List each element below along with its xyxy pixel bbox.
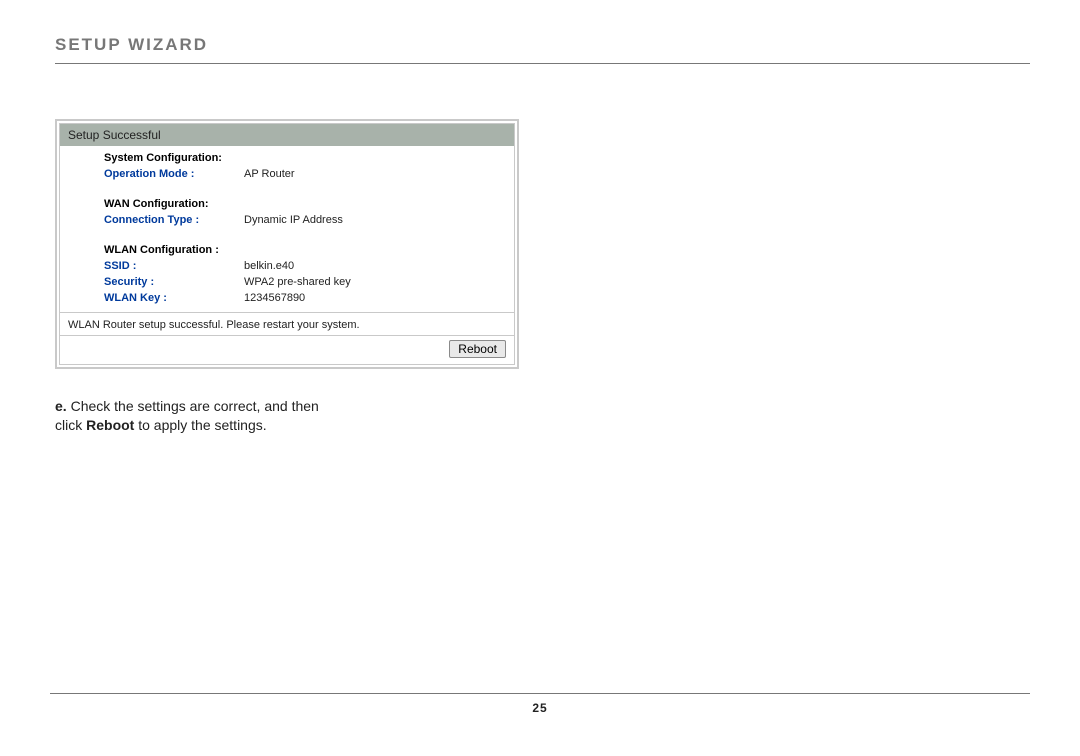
wlan-config-block: WLAN Configuration : SSID : belkin.e40 S… — [104, 244, 510, 304]
button-row: Reboot — [60, 336, 514, 364]
instruction-line2-prefix: click — [55, 417, 86, 433]
page-title: Setup Wizard — [55, 35, 1030, 55]
security-row: Security : WPA2 pre-shared key — [104, 276, 510, 288]
security-label: Security : — [104, 276, 244, 288]
wlan-key-label: WLAN Key : — [104, 292, 244, 304]
connection-type-value: Dynamic IP Address — [244, 214, 343, 226]
status-message: WLAN Router setup successful. Please res… — [60, 313, 514, 335]
wlan-config-heading: WLAN Configuration : — [104, 244, 510, 256]
system-config-block: System Configuration: Operation Mode : A… — [104, 152, 510, 180]
instruction-bullet: e. — [55, 398, 67, 414]
ssid-value: belkin.e40 — [244, 260, 294, 272]
security-value: WPA2 pre-shared key — [244, 276, 351, 288]
title-divider — [55, 63, 1030, 64]
wlan-key-value: 1234567890 — [244, 292, 305, 304]
wan-config-block: WAN Configuration: Connection Type : Dyn… — [104, 198, 510, 226]
connection-type-row: Connection Type : Dynamic IP Address — [104, 214, 510, 226]
ssid-row: SSID : belkin.e40 — [104, 260, 510, 272]
ssid-label: SSID : — [104, 260, 244, 272]
instruction-text: e. Check the settings are correct, and t… — [55, 397, 1030, 435]
wan-config-heading: WAN Configuration: — [104, 198, 510, 210]
operation-mode-row: Operation Mode : AP Router — [104, 168, 510, 180]
panel-header: Setup Successful — [60, 124, 514, 146]
page-number: 25 — [0, 701, 1080, 715]
system-config-heading: System Configuration: — [104, 152, 510, 164]
panel-body: System Configuration: Operation Mode : A… — [60, 146, 514, 304]
instruction-line2-suffix: to apply the settings. — [134, 417, 266, 433]
footer-divider — [50, 693, 1030, 694]
wlan-key-row: WLAN Key : 1234567890 — [104, 292, 510, 304]
instruction-line1: Check the settings are correct, and then — [67, 398, 319, 414]
instruction-reboot-word: Reboot — [86, 417, 134, 433]
connection-type-label: Connection Type : — [104, 214, 244, 226]
setup-panel: Setup Successful System Configuration: O… — [55, 119, 519, 369]
operation-mode-value: AP Router — [244, 168, 295, 180]
operation-mode-label: Operation Mode : — [104, 168, 244, 180]
reboot-button[interactable]: Reboot — [449, 340, 506, 358]
